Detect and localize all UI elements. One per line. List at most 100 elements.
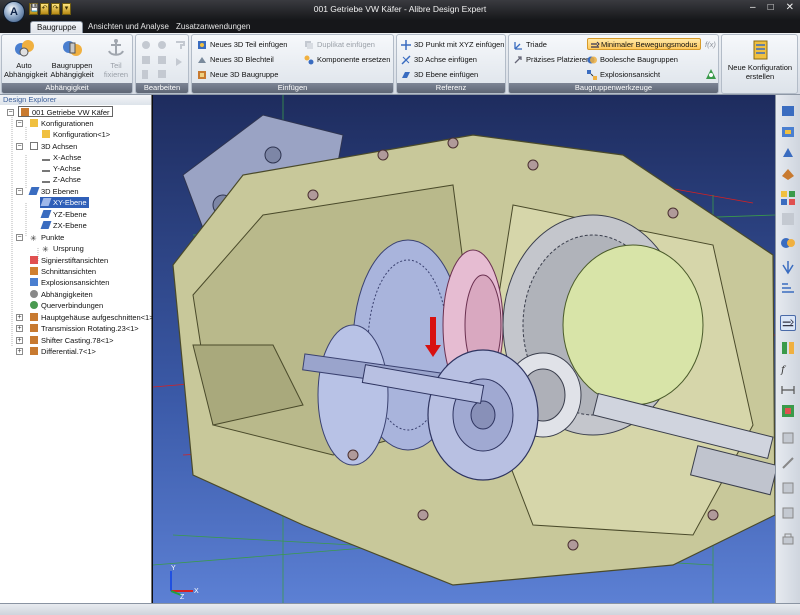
- ribbon: Auto Abhängigkeit Baugruppen Abhängigkei…: [0, 33, 800, 95]
- color-icon[interactable]: [780, 280, 796, 296]
- lock-icon[interactable]: [780, 530, 796, 546]
- tree-item-signierstiftansichten[interactable]: Signierstiftansichten: [30, 255, 108, 266]
- dimension-icon[interactable]: [780, 382, 796, 398]
- tree-toggle[interactable]: −: [16, 120, 23, 127]
- 3d-achse-button[interactable]: 3D Achse einfügen: [401, 54, 477, 66]
- 3d-punkt-label: 3D Punkt mit XYZ einfügen: [414, 40, 505, 49]
- maximize-button[interactable]: □: [768, 2, 774, 13]
- axis-icon: [42, 153, 50, 161]
- explosionsansicht-button[interactable]: Explosionsansicht: [587, 69, 660, 81]
- 3d-ebene-button[interactable]: 3D Ebene einfügen: [401, 69, 478, 81]
- 3d-viewport[interactable]: Y X Z: [153, 95, 775, 603]
- minimal-motion-icon: [591, 41, 600, 48]
- add-part-icon[interactable]: [780, 103, 796, 119]
- tree-item-konfigurationen[interactable]: − Konfigurationen: [16, 118, 94, 129]
- boolesche-baugruppen-button[interactable]: Boolesche Baugruppen: [587, 54, 678, 66]
- triad-z-label: Z: [180, 594, 185, 601]
- tree-item-shifter-casting[interactable]: + Shifter Casting.78<1>: [16, 335, 114, 346]
- tree-item-hauptgehaeuse[interactable]: + Hauptgehäuse aufgeschnitten<1>: [16, 312, 154, 323]
- neues-3d-blechteil-button[interactable]: Neues 3D Blechteil: [197, 54, 274, 66]
- tree-item-z-achse[interactable]: Z-Achse: [42, 174, 81, 185]
- tree-item-yz-ebene[interactable]: YZ-Ebene: [40, 209, 87, 220]
- tree-toggle[interactable]: +: [16, 325, 23, 332]
- tree-item-root[interactable]: − 001 Getriebe VW Käfer: [7, 106, 113, 117]
- cube-view-icon[interactable]: [780, 190, 796, 206]
- minimal-motion-icon[interactable]: [780, 315, 796, 331]
- fx-icon[interactable]: f: [780, 361, 796, 377]
- tab-zusatzanwendungen[interactable]: Zusatzanwendungen: [170, 21, 256, 33]
- tree-item-zx-ebene[interactable]: ZX-Ebene: [40, 220, 87, 231]
- add-assembly-icon[interactable]: [780, 124, 796, 140]
- tree-toggle[interactable]: −: [16, 143, 23, 150]
- tree-item-label: ZX-Ebene: [53, 221, 87, 230]
- replace-component-icon: [304, 55, 314, 65]
- mirror-icon[interactable]: [780, 340, 796, 356]
- triade-button[interactable]: Triade: [513, 39, 547, 51]
- tree-item-3d-achsen[interactable]: − 3D Achsen: [16, 141, 78, 152]
- praezises-platzieren-button[interactable]: Präzises Platzieren: [513, 54, 590, 66]
- tree-toggle[interactable]: −: [7, 109, 14, 116]
- triad-icon[interactable]: [780, 430, 796, 446]
- tree-item-label: 3D Achsen: [41, 142, 78, 151]
- tree-item-abhaengigkeiten[interactable]: Abhängigkeiten: [30, 289, 93, 300]
- duplicate-icon: [305, 41, 313, 49]
- neue-3d-baugruppe-button[interactable]: Neue 3D Baugruppe: [197, 69, 278, 81]
- exploded-view-icon: [587, 70, 597, 80]
- move-part-icon[interactable]: [780, 145, 796, 161]
- neues-3d-teil-button[interactable]: Neues 3D Teil einfügen: [197, 39, 287, 51]
- tree-toggle[interactable]: −: [16, 234, 23, 241]
- tree-item-querverbindungen[interactable]: Querverbindungen: [30, 300, 103, 311]
- anchor-icon[interactable]: [780, 505, 796, 521]
- rotate-part-icon[interactable]: [780, 166, 796, 182]
- tree-item-3d-ebenen[interactable]: − 3D Ebenen: [16, 186, 79, 197]
- minimize-button[interactable]: –: [750, 2, 756, 13]
- tree-item-label: Signierstiftansichten: [41, 256, 109, 265]
- neue-konfiguration-label: Neue Konfiguration erstellen: [727, 63, 793, 81]
- config-icon[interactable]: [780, 403, 796, 419]
- close-button[interactable]: ✕: [786, 2, 794, 13]
- tree-item-explosionsansichten[interactable]: Explosionsansichten: [30, 277, 109, 288]
- fx-button[interactable]: f(x): [705, 40, 716, 49]
- komponente-ersetzen-button[interactable]: Komponente ersetzen: [304, 54, 390, 66]
- dice-pattern-icon[interactable]: [780, 211, 796, 227]
- transparency-icon[interactable]: [780, 259, 796, 275]
- assembly-tool-icon[interactable]: [705, 68, 717, 80]
- tree-item-label: Punkte: [41, 233, 65, 242]
- teil-fixieren-button[interactable]: Teil fixieren: [102, 37, 130, 79]
- insert-part-icon[interactable]: [780, 455, 796, 471]
- tree-item-label: Querverbindungen: [41, 301, 104, 310]
- tree-item-x-achse[interactable]: X-Achse: [42, 152, 81, 163]
- tree-item-ursprung[interactable]: ✳ Ursprung: [42, 243, 84, 254]
- 3d-punkt-button[interactable]: 3D Punkt mit XYZ einfügen: [401, 39, 504, 51]
- replace-icon[interactable]: [780, 235, 796, 251]
- tree-item-label: YZ-Ebene: [53, 210, 87, 219]
- tree-item-transmission-rotating[interactable]: + Transmission Rotating.23<1>: [16, 323, 139, 334]
- tree-item-schnittansichten[interactable]: Schnittansichten: [30, 266, 96, 277]
- tree-item-xy-ebene[interactable]: XY-Ebene: [40, 197, 89, 208]
- point-icon: [401, 40, 411, 50]
- constraint-icon[interactable]: [780, 480, 796, 496]
- tab-baugruppe[interactable]: Baugruppe: [30, 21, 84, 33]
- tree-item-differential[interactable]: + Differential.7<1>: [16, 346, 96, 357]
- anchor-icon: [108, 39, 124, 56]
- tree-item-konfiguration-1[interactable]: Konfiguration<1>: [42, 129, 110, 140]
- auto-abhaengigkeit-button[interactable]: Auto Abhängigkeit: [4, 37, 47, 79]
- application-menu-button[interactable]: A: [3, 1, 25, 23]
- tree-toggle[interactable]: +: [16, 348, 23, 355]
- plane-icon: [40, 210, 52, 218]
- axis-icon: [42, 175, 50, 183]
- tree-item-y-achse[interactable]: Y-Achse: [42, 163, 81, 174]
- neue-konfiguration-button[interactable]: Neue Konfiguration erstellen: [724, 39, 796, 81]
- part-icon: [30, 347, 38, 355]
- 3d-ebene-label: 3D Ebene einfügen: [414, 70, 479, 79]
- tree-toggle[interactable]: +: [16, 314, 23, 321]
- tab-ansichten-und-analyse[interactable]: Ansichten und Analyse: [82, 21, 175, 33]
- minimaler-bewegungsmodus-button[interactable]: Minimaler Bewegungsmodus: [587, 38, 702, 50]
- tree-toggle[interactable]: +: [16, 337, 23, 344]
- duplikat-einfuegen-button[interactable]: Duplikat einfügen: [304, 39, 375, 51]
- baugruppen-abhaengigkeit-button[interactable]: Baugruppen Abhängigkeit: [48, 37, 96, 79]
- group-bearbeiten: Bearbeiten: [135, 34, 189, 94]
- tree-toggle[interactable]: −: [16, 188, 23, 195]
- plane-icon: [40, 198, 52, 206]
- tree-item-punkte[interactable]: − ✳ Punkte: [16, 232, 65, 243]
